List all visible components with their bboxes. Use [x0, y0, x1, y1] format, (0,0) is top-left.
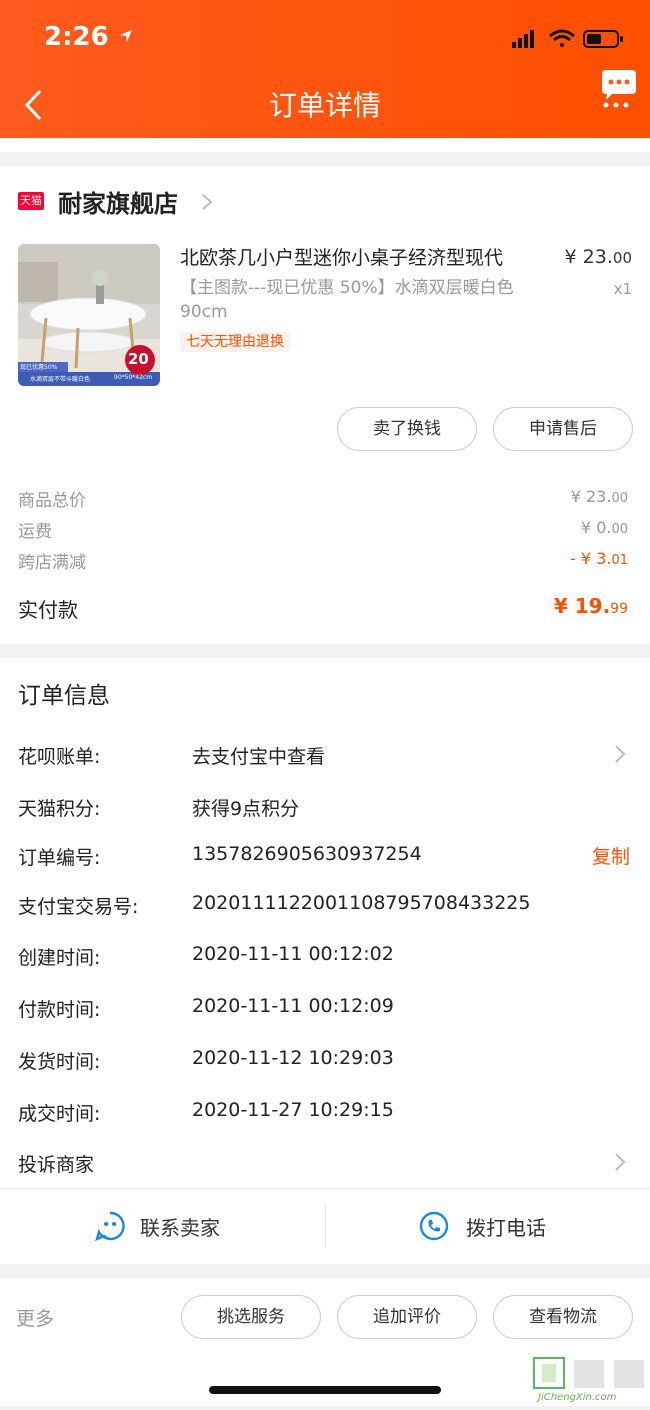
phone-icon	[419, 1211, 449, 1241]
info-value-points: 获得9点积分	[192, 798, 300, 820]
chevron-right-icon[interactable]	[200, 192, 214, 212]
total-label: 实付款	[18, 598, 78, 622]
contact-divider	[325, 1204, 326, 1248]
fee-value-subtotal: ¥ 23.00	[570, 487, 628, 506]
info-label-huabei: 花呗账单:	[18, 746, 101, 768]
view-logistics-button[interactable]: 查看物流	[493, 1295, 633, 1339]
info-label-points: 天猫积分:	[18, 798, 101, 820]
after-sale-button[interactable]: 申请售后	[493, 407, 633, 451]
fee-value-shipping: ¥ 0.00	[580, 518, 628, 537]
chevron-right-icon[interactable]	[614, 744, 626, 764]
fee-label-subtotal: 商品总价	[18, 491, 86, 511]
info-label-paid: 付款时间:	[18, 999, 101, 1021]
product-sku: 【主图款---现已优惠 50%】水滴双层暖白色 90cm	[180, 278, 514, 322]
info-label-completed: 成交时间:	[18, 1103, 101, 1125]
contact-seller-label: 联系卖家	[140, 1216, 220, 1240]
product-image-size: 90*50*42cm	[114, 374, 153, 381]
info-value-paid: 2020-11-11 00:12:09	[192, 995, 394, 1017]
status-time: 2:26	[44, 22, 134, 52]
copy-order-no-button[interactable]: 复制	[592, 842, 630, 869]
chevron-right-icon[interactable]	[614, 1152, 626, 1172]
info-value-alipay-no: 2020111122001108795708433225	[192, 892, 531, 914]
order-info-title: 订单信息	[18, 683, 110, 709]
watermark-text: JiChengXin.com	[538, 1392, 617, 1403]
cellular-signal-icon	[512, 30, 534, 48]
home-indicator[interactable]	[209, 1386, 441, 1394]
product-title[interactable]: 北欧茶几小户型迷你小桌子经济型现代	[180, 244, 550, 272]
status-icons	[512, 29, 623, 48]
order-product-card	[0, 166, 650, 644]
wifi-icon	[549, 29, 575, 47]
fee-label-shipping: 运费	[18, 522, 52, 542]
shop-name[interactable]: 耐家旗舰店	[58, 184, 178, 219]
call-phone-button[interactable]: 拨打电话	[418, 1208, 618, 1248]
complaint-link[interactable]: 投诉商家	[18, 1150, 94, 1177]
info-label-alipay-no: 支付宝交易号:	[18, 896, 139, 918]
top-strip	[0, 138, 650, 152]
location-arrow-icon	[119, 30, 132, 42]
info-value-completed: 2020-11-27 10:29:15	[192, 1099, 394, 1121]
info-value-created: 2020-11-11 00:12:02	[192, 943, 394, 965]
product-price: ¥ 23.00	[564, 246, 632, 268]
info-value-huabei[interactable]: 去支付宝中查看	[192, 742, 325, 769]
info-value-order-no: 1357826905630937254	[192, 843, 422, 865]
return-policy-tag: 七天无理由退换	[180, 332, 290, 352]
product-image[interactable]: 现已优惠50% 20 水滴双层不带斗暖白色 90*50*42cm	[18, 244, 160, 386]
page-title: 订单详情	[268, 89, 381, 122]
info-value-shipped: 2020-11-12 10:29:03	[192, 1047, 394, 1069]
fee-label-discount: 跨店满减	[18, 553, 86, 573]
sell-button[interactable]: 卖了换钱	[337, 407, 477, 451]
battery-icon	[583, 30, 623, 48]
chat-bubble-icon	[95, 1211, 125, 1242]
app-header: 2:26 订单详情	[0, 0, 650, 138]
fee-value-discount: - ¥ 3.01	[570, 549, 628, 568]
total-value: ¥ 19.99	[553, 594, 628, 618]
product-quantity: x1	[613, 280, 632, 298]
contact-seller-button[interactable]: 联系卖家	[94, 1208, 324, 1248]
product-image-caption: 水滴双层不带斗暖白色	[30, 376, 91, 383]
call-phone-label: 拨打电话	[466, 1216, 546, 1240]
product-image-promo: 现已优惠50%	[20, 364, 58, 371]
tmall-badge: 天猫	[18, 192, 44, 210]
message-more-icon[interactable]	[598, 68, 640, 108]
info-label-created: 创建时间:	[18, 947, 101, 969]
info-label-shipped: 发货时间:	[18, 1051, 101, 1073]
product-image-badge: 20	[128, 350, 149, 368]
info-label-order-no: 订单编号:	[18, 847, 101, 869]
add-review-button[interactable]: 追加评价	[337, 1295, 477, 1339]
watermark-logo: JiChengXin.com	[532, 1356, 650, 1406]
more-button[interactable]: 更多	[16, 1304, 54, 1331]
select-service-button[interactable]: 挑选服务	[181, 1295, 321, 1339]
